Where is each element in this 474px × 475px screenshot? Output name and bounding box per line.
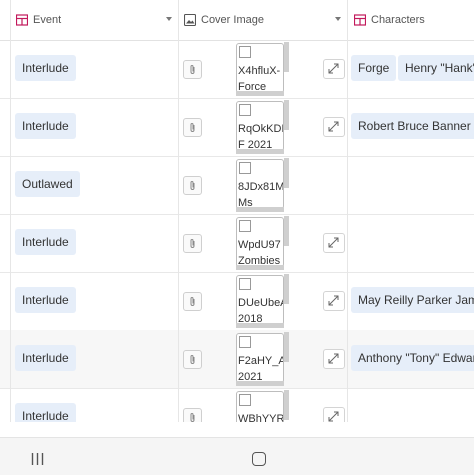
home-icon[interactable] — [252, 452, 266, 466]
expand-button[interactable] — [323, 291, 345, 311]
paperclip-icon — [190, 239, 195, 248]
attach-button[interactable] — [183, 292, 202, 311]
grid-header: Event Cover Image Characters — [0, 0, 474, 41]
image-icon — [184, 14, 196, 26]
scrollbar[interactable] — [284, 274, 289, 304]
scrollbar[interactable] — [284, 158, 289, 188]
column-header-characters-label: Characters — [371, 14, 425, 26]
cover-image-thumbnail[interactable]: DUeUbeA 2018 — [236, 275, 284, 325]
column-header-cover-image[interactable]: Cover Image — [179, 0, 347, 40]
broken-image-icon — [239, 220, 251, 232]
scrollbar[interactable] — [284, 216, 289, 246]
data-grid: Event Cover Image Characters Interlude X… — [0, 0, 474, 422]
expand-icon — [328, 63, 339, 74]
attach-button[interactable] — [183, 118, 202, 137]
column-divider[interactable] — [178, 0, 179, 422]
expand-icon — [328, 411, 339, 422]
event-pill[interactable]: Interlude — [15, 345, 76, 371]
table-icon — [354, 14, 366, 26]
column-header-event[interactable]: Event — [0, 0, 178, 40]
scrollbar[interactable] — [284, 390, 289, 420]
attach-button[interactable] — [183, 234, 202, 253]
event-pill[interactable]: Interlude — [15, 229, 76, 255]
scrollbar[interactable] — [284, 332, 289, 362]
broken-image-icon — [239, 278, 251, 290]
event-pill[interactable]: Outlawed — [15, 171, 80, 197]
cover-image-thumbnail[interactable]: F2aHY_A 2021 — [236, 333, 284, 383]
image-alt-text: X4hfluX- — [238, 65, 281, 77]
character-pill[interactable]: Anthony "Tony" Edwar — [351, 345, 474, 371]
attach-button[interactable] — [183, 350, 202, 369]
image-alt-text: RqOkKDI — [238, 123, 284, 135]
cover-image-thumbnail[interactable]: WBhYYR — [236, 391, 284, 422]
image-alt-text: 8JDx81M — [238, 181, 284, 193]
image-alt-text: WpdU97 — [238, 239, 281, 251]
table-row[interactable]: Interlude DUeUbeA 2018 May Reilly Parker … — [0, 272, 474, 331]
scrollbar[interactable] — [236, 323, 284, 328]
expand-icon — [328, 121, 339, 132]
character-pill[interactable]: Robert Bruce Banner " — [351, 113, 474, 139]
scrollbar[interactable] — [236, 381, 284, 386]
paperclip-icon — [190, 65, 195, 74]
expand-button[interactable] — [323, 117, 345, 137]
image-alt-text: WBhYYR — [238, 413, 284, 422]
table-row[interactable]: Interlude WpdU97 Zombies — [0, 214, 474, 273]
recent-apps-icon[interactable] — [31, 453, 44, 465]
column-divider[interactable] — [347, 0, 348, 422]
paperclip-icon — [190, 297, 195, 306]
event-pill[interactable]: Interlude — [15, 55, 76, 81]
broken-image-icon — [239, 104, 251, 116]
paperclip-icon — [190, 355, 195, 364]
broken-image-icon — [239, 336, 251, 348]
chevron-down-icon[interactable] — [166, 17, 172, 21]
table-row[interactable]: Interlude X4hfluX- Force Forge Henry "Han… — [0, 40, 474, 99]
table-row[interactable]: Interlude WBhYYR — [0, 388, 474, 422]
table-row[interactable]: Outlawed 8JDx81M Ms — [0, 156, 474, 215]
attach-button[interactable] — [183, 408, 202, 422]
paperclip-icon — [190, 123, 195, 132]
cover-image-thumbnail[interactable]: 8JDx81M Ms — [236, 159, 284, 209]
image-alt-text: DUeUbeA — [238, 297, 284, 309]
grid-bottom-spacer — [0, 422, 474, 437]
expand-icon — [328, 353, 339, 364]
paperclip-icon — [190, 181, 195, 190]
cover-image-thumbnail[interactable]: RqOkKDI F 2021 — [236, 101, 284, 151]
character-pill[interactable]: May Reilly Parker Jam — [351, 287, 474, 313]
column-header-characters[interactable]: Characters — [348, 0, 474, 40]
cover-image-thumbnail[interactable]: WpdU97 Zombies — [236, 217, 284, 267]
scrollbar[interactable] — [236, 149, 284, 154]
scrollbar[interactable] — [284, 100, 289, 130]
cover-image-thumbnail[interactable]: X4hfluX- Force — [236, 43, 284, 93]
column-divider — [10, 0, 11, 422]
scrollbar[interactable] — [236, 207, 284, 212]
scrollbar[interactable] — [236, 91, 284, 96]
expand-icon — [328, 237, 339, 248]
table-row[interactable]: Interlude RqOkKDI F 2021 Robert Bruce Ban… — [0, 98, 474, 157]
event-pill[interactable]: Interlude — [15, 403, 76, 422]
expand-button[interactable] — [323, 407, 345, 422]
character-pill[interactable]: Henry "Hank" — [398, 55, 474, 81]
attach-button[interactable] — [183, 60, 202, 79]
expand-button[interactable] — [323, 233, 345, 253]
table-row[interactable]: Interlude F2aHY_A 2021 Anthony "Tony" Edw… — [0, 330, 474, 389]
column-header-event-label: Event — [33, 14, 62, 26]
chevron-down-icon[interactable] — [335, 17, 341, 21]
column-header-cover-label: Cover Image — [201, 14, 264, 26]
table-icon — [16, 14, 28, 26]
attach-button[interactable] — [183, 176, 202, 195]
expand-button[interactable] — [323, 349, 345, 369]
broken-image-icon — [239, 162, 251, 174]
expand-button[interactable] — [323, 59, 345, 79]
image-alt-text: F2aHY_A — [238, 355, 284, 367]
paperclip-icon — [190, 413, 195, 422]
scrollbar[interactable] — [284, 42, 289, 72]
broken-image-icon — [239, 46, 251, 58]
character-pill[interactable]: Forge — [351, 55, 397, 81]
event-pill[interactable]: Interlude — [15, 287, 76, 313]
broken-image-icon — [239, 394, 251, 406]
expand-icon — [328, 295, 339, 306]
scrollbar[interactable] — [236, 265, 284, 270]
system-navigation-bar — [0, 437, 474, 475]
event-pill[interactable]: Interlude — [15, 113, 76, 139]
